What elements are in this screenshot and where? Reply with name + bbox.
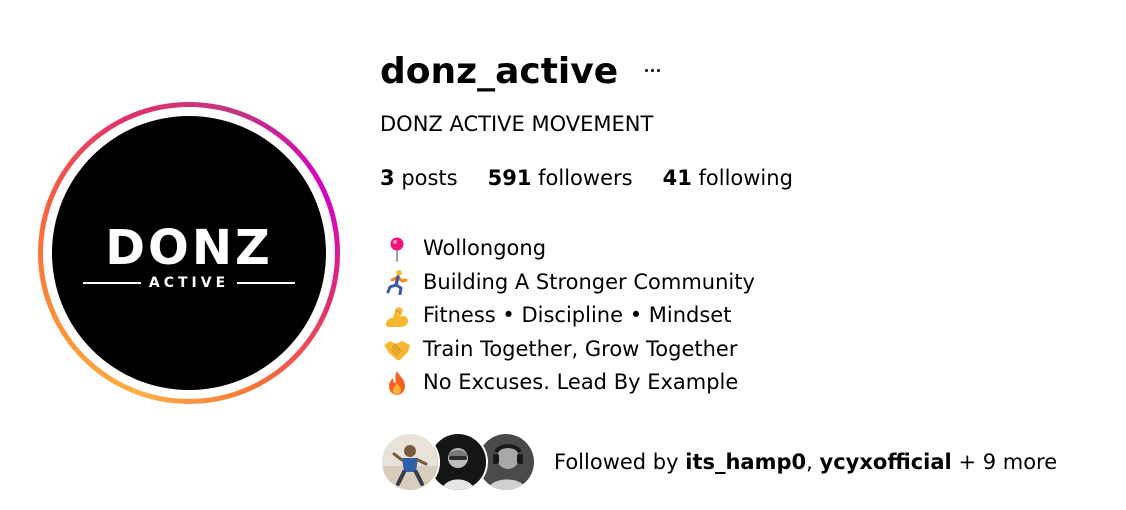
followed-by-text: Followed by its_hamp0, ycyxofficial + 9 …: [554, 447, 1057, 477]
avatar-ring-gap: DONZ ACTIVE: [43, 107, 335, 399]
bio-line-together: Train Together, Grow Together: [382, 333, 755, 367]
logo-divider-right: [237, 282, 296, 284]
bio-text: Building A Stronger Community: [423, 269, 755, 294]
posts-stat: 3 posts: [380, 163, 458, 193]
bio-text: Wollongong: [423, 236, 547, 260]
bio-line-location: Wollongong: [382, 232, 755, 266]
bio-text: No Excuses. Lead By Example: [423, 370, 739, 394]
followed-by-separator: ,: [806, 450, 813, 474]
following-label: following: [698, 166, 793, 190]
avatar-logo-sub-row: ACTIVE: [52, 276, 326, 290]
followed-by-prefix: Followed by: [554, 450, 679, 474]
avatar-logo-sub: ACTIVE: [148, 275, 230, 291]
more-horizontal-icon: [644, 68, 660, 72]
runner-icon: [382, 269, 412, 296]
flexed-biceps-icon: [382, 303, 412, 329]
mutual-follower-username[interactable]: its_hamp0: [685, 450, 806, 474]
followers-count: 591: [487, 166, 532, 190]
profile-avatar-story-ring[interactable]: DONZ ACTIVE: [38, 102, 340, 404]
bio-line-community: Building A Stronger Community: [382, 266, 755, 300]
profile-bio: Wollongong Building A Stronger Community…: [382, 232, 755, 400]
avatar-logo-main: DONZ: [105, 220, 273, 276]
posts-label: posts: [401, 166, 458, 190]
mutual-follower-username[interactable]: ycyxofficial: [820, 450, 952, 474]
mutual-follower-avatar[interactable]: [380, 432, 440, 492]
mutual-followers-avatars: [380, 432, 544, 492]
following-count: 41: [662, 166, 692, 190]
profile-avatar: DONZ ACTIVE: [52, 116, 326, 390]
following-link[interactable]: 41 following: [663, 163, 793, 193]
profile-stats: 3 posts 591 followers 41 following: [380, 163, 793, 193]
logo-divider-left: [82, 282, 141, 284]
profile-username: donz_active: [380, 51, 619, 92]
options-button[interactable]: [636, 58, 668, 82]
pin-icon: [382, 236, 412, 262]
followers-label: followers: [538, 166, 633, 190]
followed-by-more: + 9 more: [958, 450, 1058, 474]
fire-icon: [382, 370, 412, 396]
followers-link[interactable]: 591 followers: [488, 163, 633, 193]
followed-by-row[interactable]: Followed by its_hamp0, ycyxofficial + 9 …: [380, 432, 1057, 492]
bio-text: Train Together, Grow Together: [423, 336, 738, 361]
bio-line-values: Fitness • Discipline • Mindset: [382, 299, 755, 333]
posts-count: 3: [380, 166, 395, 190]
bio-line-motto: No Excuses. Lead By Example: [382, 366, 755, 400]
profile-display-name: DONZ ACTIVE MOVEMENT: [380, 112, 654, 136]
bio-text: Fitness • Discipline • Mindset: [423, 303, 732, 327]
handshake-icon: [382, 336, 412, 362]
